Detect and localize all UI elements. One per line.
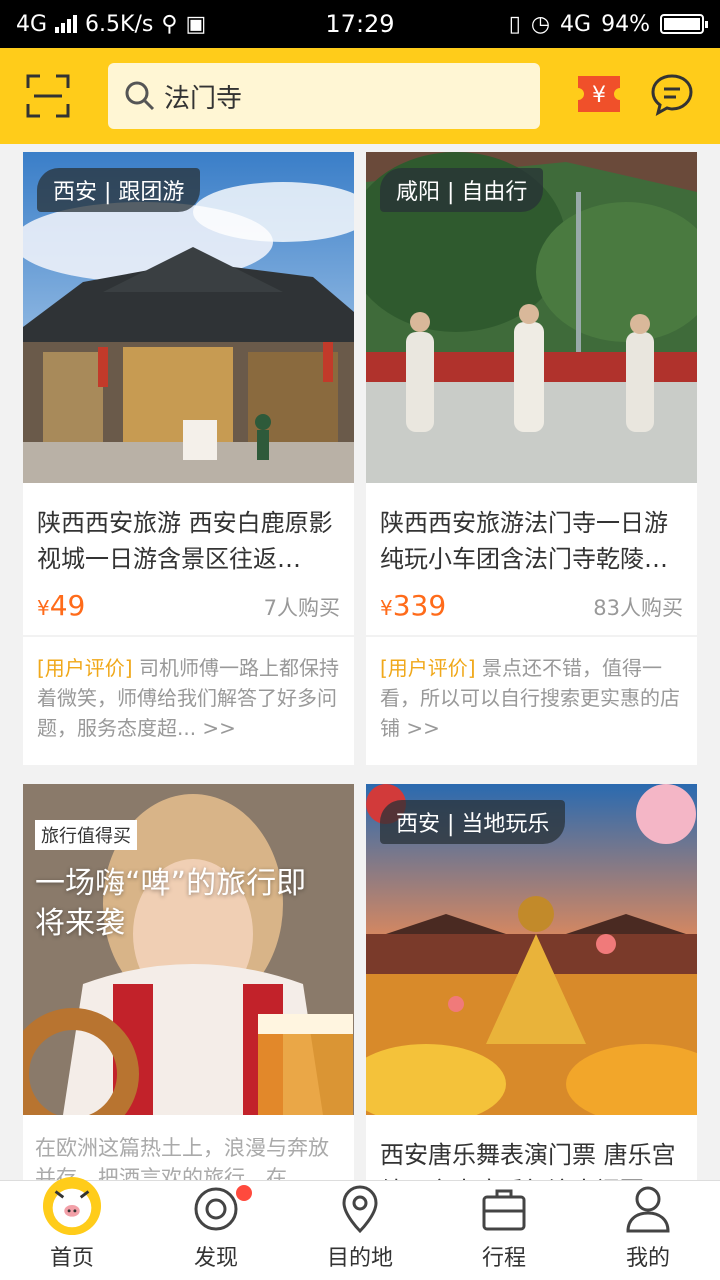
scan-button[interactable] (20, 68, 76, 124)
user-review: [用户评价] 景点还不错，值得一看，所以可以自行搜索更实惠的店铺 >> (380, 656, 680, 740)
location-pin-icon (342, 1185, 378, 1233)
category-tag: 咸阳 | 自由行 (380, 168, 544, 212)
tab-home[interactable]: 首页 (0, 1176, 144, 1280)
pig-logo-icon (42, 1176, 102, 1236)
product-title: 陕西西安旅游法门寺一日游纯玩小车团含法门寺乾陵… (380, 509, 668, 573)
tab-label: 行程 (481, 1246, 526, 1271)
message-button[interactable] (650, 72, 698, 120)
tab-profile[interactable]: 我的 (576, 1181, 720, 1280)
tab-destination[interactable]: 目的地 (288, 1181, 432, 1280)
promo-badge: 旅行值得买 (35, 820, 137, 850)
product-card[interactable]: 西安 | 当地玩乐 西安唐乐舞表演门票 唐乐宫结子宫大唐乐舞演出门票 (366, 784, 697, 1180)
network-type: 4G (16, 11, 48, 37)
bottom-tab-bar: 首页 发现 目的地 行程 我的 (0, 1176, 720, 1280)
product-title: 西安唐乐舞表演门票 唐乐宫结子宫大唐乐舞演出门票 (380, 1141, 676, 1180)
article-title: 一场嗨“啤”的旅行即将来袭 (35, 866, 307, 941)
search-box[interactable] (108, 63, 540, 129)
scan-icon (26, 74, 70, 118)
article-card[interactable]: 旅行值得买 一场嗨“啤”的旅行即将来袭 在欧洲这篇热土上，浪漫与奔放并存，把酒言… (23, 784, 354, 1180)
product-price: ¥339 (380, 589, 447, 622)
notification-icon: ▣ (185, 11, 207, 37)
product-image: 咸阳 | 自由行 (366, 152, 697, 483)
buyer-count: 7人购买 (263, 596, 340, 620)
category-tag: 西安 | 当地玩乐 (380, 800, 566, 844)
search-icon (125, 81, 155, 111)
vibrate-icon: ▯ (508, 11, 521, 37)
product-title: 陕西西安旅游 西安白鹿原影视城一日游含景区往返… (37, 509, 333, 573)
article-desc: 在欧洲这篇热土上，浪漫与奔放并存，把酒言欢的旅行，在 (35, 1136, 329, 1180)
category-tag: 西安 | 跟团游 (37, 168, 201, 212)
article-image: 旅行值得买 一场嗨“啤”的旅行即将来袭 (23, 784, 354, 1115)
discover-icon (194, 1187, 238, 1230)
ticket-icon: ¥ (578, 76, 620, 112)
tab-label: 目的地 (326, 1246, 393, 1271)
feed: 西安 | 跟团游 陕西西安旅游 西安白鹿原影视城一日游含景区往返… ¥49 7人… (0, 144, 720, 1180)
battery-percent: 94% (601, 11, 650, 37)
usb-icon: ⚲ (161, 11, 178, 37)
svg-text:¥: ¥ (592, 83, 606, 108)
user-icon (626, 1186, 670, 1232)
ticket-button[interactable]: ¥ (576, 74, 626, 118)
tab-label: 发现 (193, 1246, 238, 1271)
buyer-count: 83人购买 (593, 596, 683, 620)
signal-icon (55, 15, 78, 33)
network-speed: 6.5K/s (85, 11, 154, 37)
top-bar: ¥ (0, 48, 720, 144)
product-price: ¥49 (37, 589, 86, 622)
tab-label: 我的 (625, 1246, 670, 1271)
notification-dot (236, 1185, 252, 1201)
chat-icon (651, 74, 693, 116)
suitcase-icon (482, 1189, 526, 1230)
search-input[interactable] (164, 81, 524, 111)
product-card[interactable]: 西安 | 跟团游 陕西西安旅游 西安白鹿原影视城一日游含景区往返… ¥49 7人… (23, 152, 354, 765)
product-card[interactable]: 咸阳 | 自由行 陕西西安旅游法门寺一日游纯玩小车团含法门寺乾陵… ¥339 8… (366, 152, 697, 765)
battery-icon (660, 14, 708, 34)
product-image: 西安 | 跟团游 (23, 152, 354, 483)
network-type-right: 4G (560, 11, 592, 37)
tab-label: 首页 (49, 1246, 94, 1271)
tab-discover[interactable]: 发现 (144, 1181, 288, 1280)
user-review: [用户评价] 司机师傅一路上都保持着微笑，师傅给我们解答了好多问题，服务态度超.… (37, 656, 339, 740)
alarm-icon: ◷ (530, 11, 551, 37)
status-bar: 4G 6.5K/s ⚲ ▣ 17:29 ▯ ◷ 4G 94% (0, 0, 720, 48)
tab-itinerary[interactable]: 行程 (432, 1181, 576, 1280)
product-image: 西安 | 当地玩乐 (366, 784, 697, 1115)
